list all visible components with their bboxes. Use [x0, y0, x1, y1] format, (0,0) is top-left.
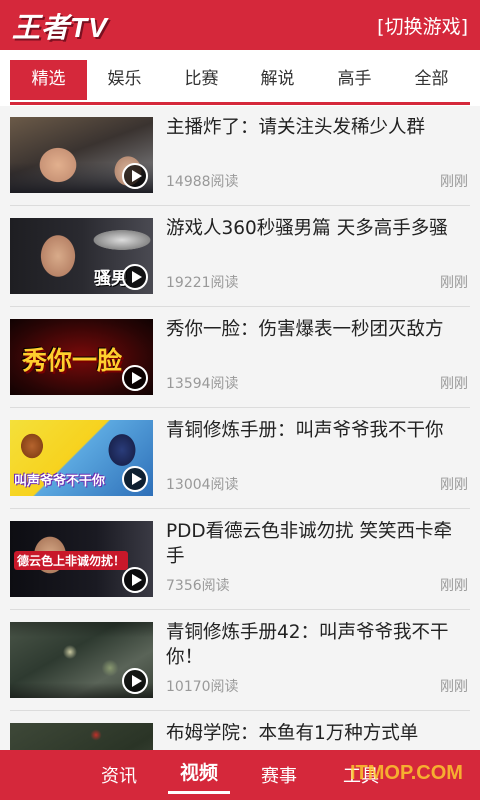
- video-list[interactable]: 主播炸了：请关注头发稀少人群 14988阅读 刚刚 骚男 游戏人360秒骚男篇 …: [0, 105, 480, 750]
- play-icon[interactable]: [122, 365, 148, 391]
- tab-matches[interactable]: 比赛: [163, 60, 240, 100]
- read-count: 13004阅读: [166, 477, 239, 493]
- video-title[interactable]: 主播炸了：请关注头发稀少人群: [166, 115, 468, 140]
- video-item[interactable]: 青铜修炼手册42：叫声爷爷我不干你！ 10170阅读 刚刚: [0, 610, 480, 711]
- read-count: 14988阅读: [166, 174, 239, 190]
- post-time: 刚刚: [440, 477, 468, 493]
- play-icon[interactable]: [122, 466, 148, 492]
- read-count: 7356阅读: [166, 578, 230, 594]
- video-item[interactable]: 骚男 游戏人360秒骚男篇 天多高手多骚 19221阅读 刚刚: [0, 206, 480, 307]
- category-tabs: 精选 娱乐 比赛 解说 高手 全部: [0, 50, 480, 106]
- video-title[interactable]: 游戏人360秒骚男篇 天多高手多骚: [166, 216, 468, 241]
- switch-game-button[interactable]: [切换游戏]: [377, 12, 468, 39]
- post-time: 刚刚: [440, 578, 468, 594]
- play-icon[interactable]: [122, 668, 148, 694]
- tab-commentary[interactable]: 解说: [239, 60, 316, 100]
- tab-experts[interactable]: 高手: [316, 60, 393, 100]
- thumbnail-caption: 德云色上非诚勿扰！: [14, 551, 129, 570]
- post-time: 刚刚: [440, 275, 468, 291]
- video-title[interactable]: 青铜修炼手册42：叫声爷爷我不干你！: [166, 620, 468, 670]
- video-title[interactable]: 青铜修炼手册：叫声爷爷我不干你: [166, 418, 468, 443]
- read-count: 10170阅读: [166, 679, 239, 695]
- video-item[interactable]: 主播炸了：请关注头发稀少人群 14988阅读 刚刚: [0, 105, 480, 206]
- video-title[interactable]: PDD看德云色非诚勿扰 笑笑西卡牵手: [166, 519, 468, 569]
- nav-events[interactable]: 赛事: [248, 762, 310, 788]
- video-thumbnail[interactable]: 叫声爷爷不干你: [10, 420, 153, 496]
- app-header: 王者TV [切换游戏]: [0, 0, 480, 50]
- read-count: 13594阅读: [166, 376, 239, 392]
- video-item[interactable]: 叫声爷爷不干你 青铜修炼手册：叫声爷爷我不干你 13004阅读 刚刚: [0, 408, 480, 509]
- nav-news[interactable]: 资讯: [88, 762, 150, 788]
- video-thumbnail[interactable]: [10, 723, 153, 750]
- post-time: 刚刚: [440, 174, 468, 190]
- thumbnail-caption: 叫声爷爷不干你: [14, 473, 106, 488]
- video-title[interactable]: 秀你一脸：伤害爆表一秒团灭敌方: [166, 317, 468, 342]
- video-thumbnail[interactable]: [10, 117, 153, 193]
- video-thumbnail[interactable]: 德云色上非诚勿扰！: [10, 521, 153, 597]
- tab-entertainment[interactable]: 娱乐: [86, 60, 163, 100]
- video-title[interactable]: 布姆学院：本鱼有1万种方式单: [166, 721, 468, 746]
- play-icon[interactable]: [122, 567, 148, 593]
- tab-featured[interactable]: 精选: [10, 60, 87, 100]
- read-count: 19221阅读: [166, 275, 239, 291]
- post-time: 刚刚: [440, 376, 468, 392]
- video-item[interactable]: 德云色上非诚勿扰！ PDD看德云色非诚勿扰 笑笑西卡牵手 7356阅读 刚刚: [0, 509, 480, 610]
- tab-all[interactable]: 全部: [393, 60, 470, 100]
- video-thumbnail[interactable]: 秀你一脸: [10, 319, 153, 395]
- video-thumbnail[interactable]: 骚男: [10, 218, 153, 294]
- video-thumbnail[interactable]: [10, 622, 153, 698]
- app-logo: 王者TV: [12, 12, 108, 43]
- post-time: 刚刚: [440, 679, 468, 695]
- nav-videos[interactable]: 视频: [168, 758, 230, 794]
- thumbnail-caption: 秀你一脸: [22, 347, 123, 375]
- play-icon[interactable]: [122, 163, 148, 189]
- watermark: ITMOP.COM: [350, 762, 463, 784]
- video-item[interactable]: 秀你一脸 秀你一脸：伤害爆表一秒团灭敌方 13594阅读 刚刚: [0, 307, 480, 408]
- video-item[interactable]: 布姆学院：本鱼有1万种方式单: [0, 711, 480, 750]
- play-icon[interactable]: [122, 264, 148, 290]
